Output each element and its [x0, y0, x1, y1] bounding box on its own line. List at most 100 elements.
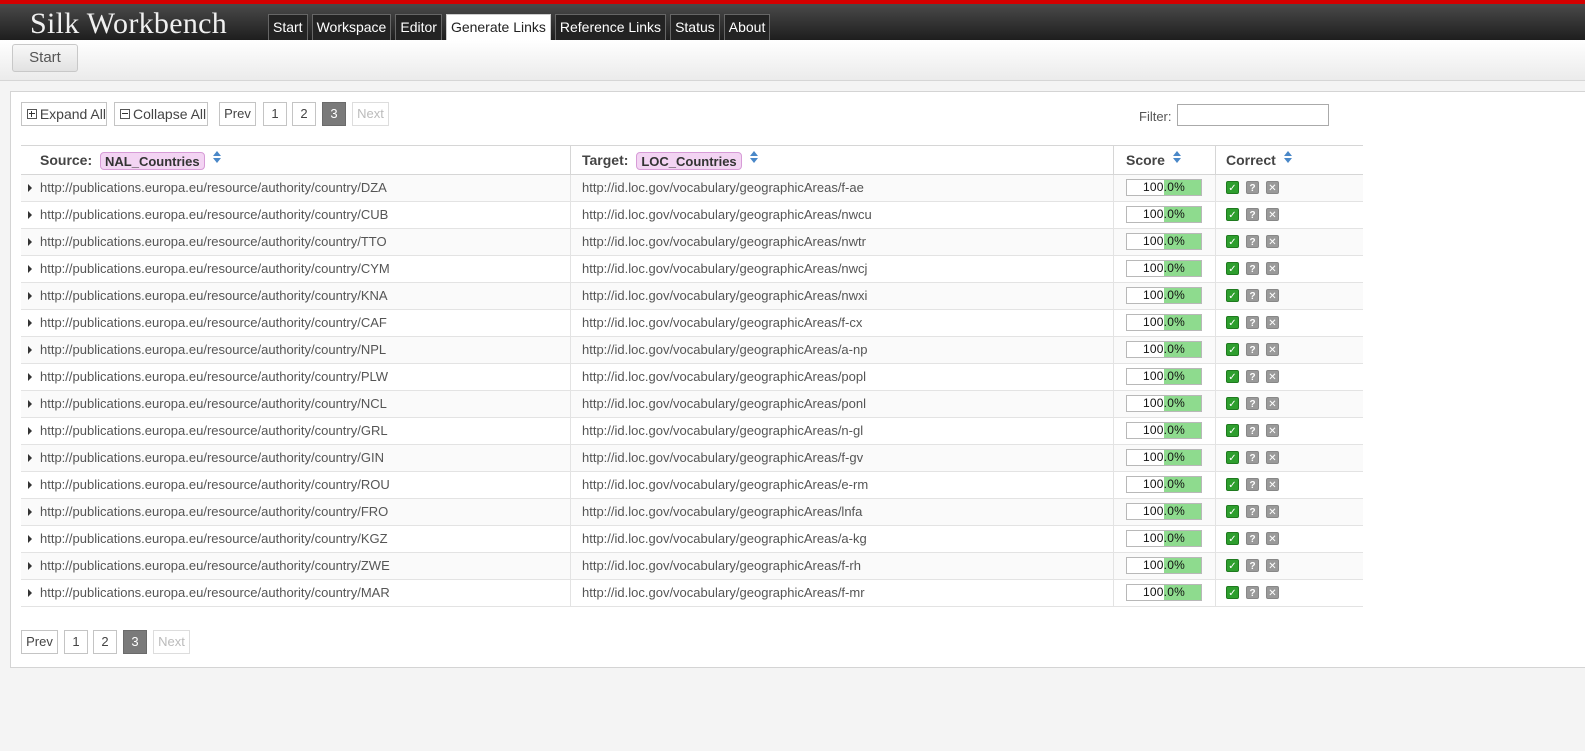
pagination-page-1[interactable]: 1	[263, 102, 287, 126]
correct-column-header[interactable]: Correct	[1216, 146, 1363, 174]
question-icon[interactable]: ?	[1246, 586, 1259, 599]
pagination-prev-button[interactable]: Prev	[219, 102, 256, 126]
triangle-right-icon[interactable]	[28, 265, 32, 273]
triangle-right-icon[interactable]	[28, 562, 32, 570]
pagination-page-3[interactable]: 3	[322, 102, 346, 126]
close-icon[interactable]: ✕	[1266, 316, 1279, 329]
check-icon[interactable]: ✓	[1226, 343, 1239, 356]
expand-all-button[interactable]: Expand All	[21, 102, 107, 126]
correct-cell: ✓? ✕	[1216, 580, 1363, 606]
close-icon[interactable]: ✕	[1266, 370, 1279, 383]
check-icon[interactable]: ✓	[1226, 532, 1239, 545]
check-icon[interactable]: ✓	[1226, 316, 1239, 329]
nav-tab-workspace[interactable]: Workspace	[311, 14, 392, 40]
triangle-right-icon[interactable]	[28, 454, 32, 462]
check-icon[interactable]: ✓	[1226, 289, 1239, 302]
question-icon[interactable]: ?	[1246, 451, 1259, 464]
check-icon[interactable]: ✓	[1226, 208, 1239, 221]
nav-tab-editor[interactable]: Editor	[395, 14, 442, 40]
close-icon[interactable]: ✕	[1266, 181, 1279, 194]
question-icon[interactable]: ?	[1246, 289, 1259, 302]
close-icon[interactable]: ✕	[1266, 343, 1279, 356]
question-icon[interactable]: ?	[1246, 505, 1259, 518]
triangle-right-icon[interactable]	[28, 346, 32, 354]
triangle-right-icon[interactable]	[28, 508, 32, 516]
sort-arrows-icon[interactable]	[212, 151, 221, 165]
triangle-right-icon[interactable]	[28, 373, 32, 381]
nav-tab-status[interactable]: Status	[670, 14, 720, 40]
filter-input[interactable]	[1177, 104, 1329, 126]
close-icon[interactable]: ✕	[1266, 424, 1279, 437]
check-icon[interactable]: ✓	[1226, 559, 1239, 572]
question-icon[interactable]: ?	[1246, 478, 1259, 491]
question-icon[interactable]: ?	[1246, 262, 1259, 275]
check-icon[interactable]: ✓	[1226, 181, 1239, 194]
triangle-right-icon[interactable]	[28, 481, 32, 489]
score-cell: 100.0%	[1114, 364, 1216, 390]
check-icon[interactable]: ✓	[1226, 586, 1239, 599]
question-icon[interactable]: ?	[1246, 370, 1259, 383]
check-icon[interactable]: ✓	[1226, 451, 1239, 464]
sort-arrows-icon[interactable]	[1172, 151, 1181, 165]
pagination-page-3[interactable]: 3	[123, 630, 147, 654]
source-column-header[interactable]: Source: NAL_Countries	[21, 146, 571, 174]
table-row: http://publications.europa.eu/resource/a…	[21, 553, 1363, 580]
close-icon[interactable]: ✕	[1266, 262, 1279, 275]
close-icon[interactable]: ✕	[1266, 208, 1279, 221]
pagination-page-2[interactable]: 2	[292, 102, 316, 126]
close-icon[interactable]: ✕	[1266, 235, 1279, 248]
triangle-right-icon[interactable]	[28, 211, 32, 219]
check-icon[interactable]: ✓	[1226, 505, 1239, 518]
question-icon[interactable]: ?	[1246, 208, 1259, 221]
check-icon[interactable]: ✓	[1226, 478, 1239, 491]
question-icon[interactable]: ?	[1246, 181, 1259, 194]
nav-tab-start[interactable]: Start	[268, 14, 308, 40]
table-body: http://publications.europa.eu/resource/a…	[21, 175, 1363, 607]
close-icon[interactable]: ✕	[1266, 289, 1279, 302]
close-icon[interactable]: ✕	[1266, 478, 1279, 491]
question-icon[interactable]: ?	[1246, 424, 1259, 437]
question-icon[interactable]: ?	[1246, 559, 1259, 572]
check-icon[interactable]: ✓	[1226, 397, 1239, 410]
sort-arrows-icon[interactable]	[1283, 151, 1292, 165]
score-cell: 100.0%	[1114, 418, 1216, 444]
close-icon[interactable]: ✕	[1266, 505, 1279, 518]
check-icon[interactable]: ✓	[1226, 370, 1239, 383]
triangle-right-icon[interactable]	[28, 427, 32, 435]
pagination-prev-button[interactable]: Prev	[21, 630, 58, 654]
close-icon[interactable]: ✕	[1266, 586, 1279, 599]
triangle-right-icon[interactable]	[28, 238, 32, 246]
triangle-right-icon[interactable]	[28, 184, 32, 192]
score-column-header[interactable]: Score	[1114, 146, 1216, 174]
close-icon[interactable]: ✕	[1266, 397, 1279, 410]
close-icon[interactable]: ✕	[1266, 532, 1279, 545]
question-icon[interactable]: ?	[1246, 316, 1259, 329]
triangle-right-icon[interactable]	[28, 535, 32, 543]
triangle-right-icon[interactable]	[28, 319, 32, 327]
sort-arrows-icon[interactable]	[749, 151, 758, 165]
source-uri: http://publications.europa.eu/resource/a…	[40, 180, 387, 195]
source-cell: http://publications.europa.eu/resource/a…	[21, 472, 571, 498]
correct-cell: ✓? ✕	[1216, 283, 1363, 309]
question-icon[interactable]: ?	[1246, 397, 1259, 410]
nav-tab-generate-links[interactable]: Generate Links	[445, 14, 551, 40]
check-icon[interactable]: ✓	[1226, 262, 1239, 275]
target-column-header[interactable]: Target: LOC_Countries	[571, 146, 1114, 174]
pagination-page-1[interactable]: 1	[64, 630, 88, 654]
close-icon[interactable]: ✕	[1266, 451, 1279, 464]
nav-tab-about[interactable]: About	[723, 14, 771, 40]
links-table: Source: NAL_Countries Target: LOC_Countr…	[21, 145, 1363, 607]
triangle-right-icon[interactable]	[28, 292, 32, 300]
triangle-right-icon[interactable]	[28, 589, 32, 597]
check-icon[interactable]: ✓	[1226, 424, 1239, 437]
question-icon[interactable]: ?	[1246, 235, 1259, 248]
breadcrumb-start-button[interactable]: Start	[12, 44, 78, 72]
question-icon[interactable]: ?	[1246, 532, 1259, 545]
collapse-all-button[interactable]: Collapse All	[114, 102, 208, 126]
nav-tab-reference-links[interactable]: Reference Links	[554, 14, 667, 40]
pagination-page-2[interactable]: 2	[93, 630, 117, 654]
check-icon[interactable]: ✓	[1226, 235, 1239, 248]
close-icon[interactable]: ✕	[1266, 559, 1279, 572]
question-icon[interactable]: ?	[1246, 343, 1259, 356]
triangle-right-icon[interactable]	[28, 400, 32, 408]
